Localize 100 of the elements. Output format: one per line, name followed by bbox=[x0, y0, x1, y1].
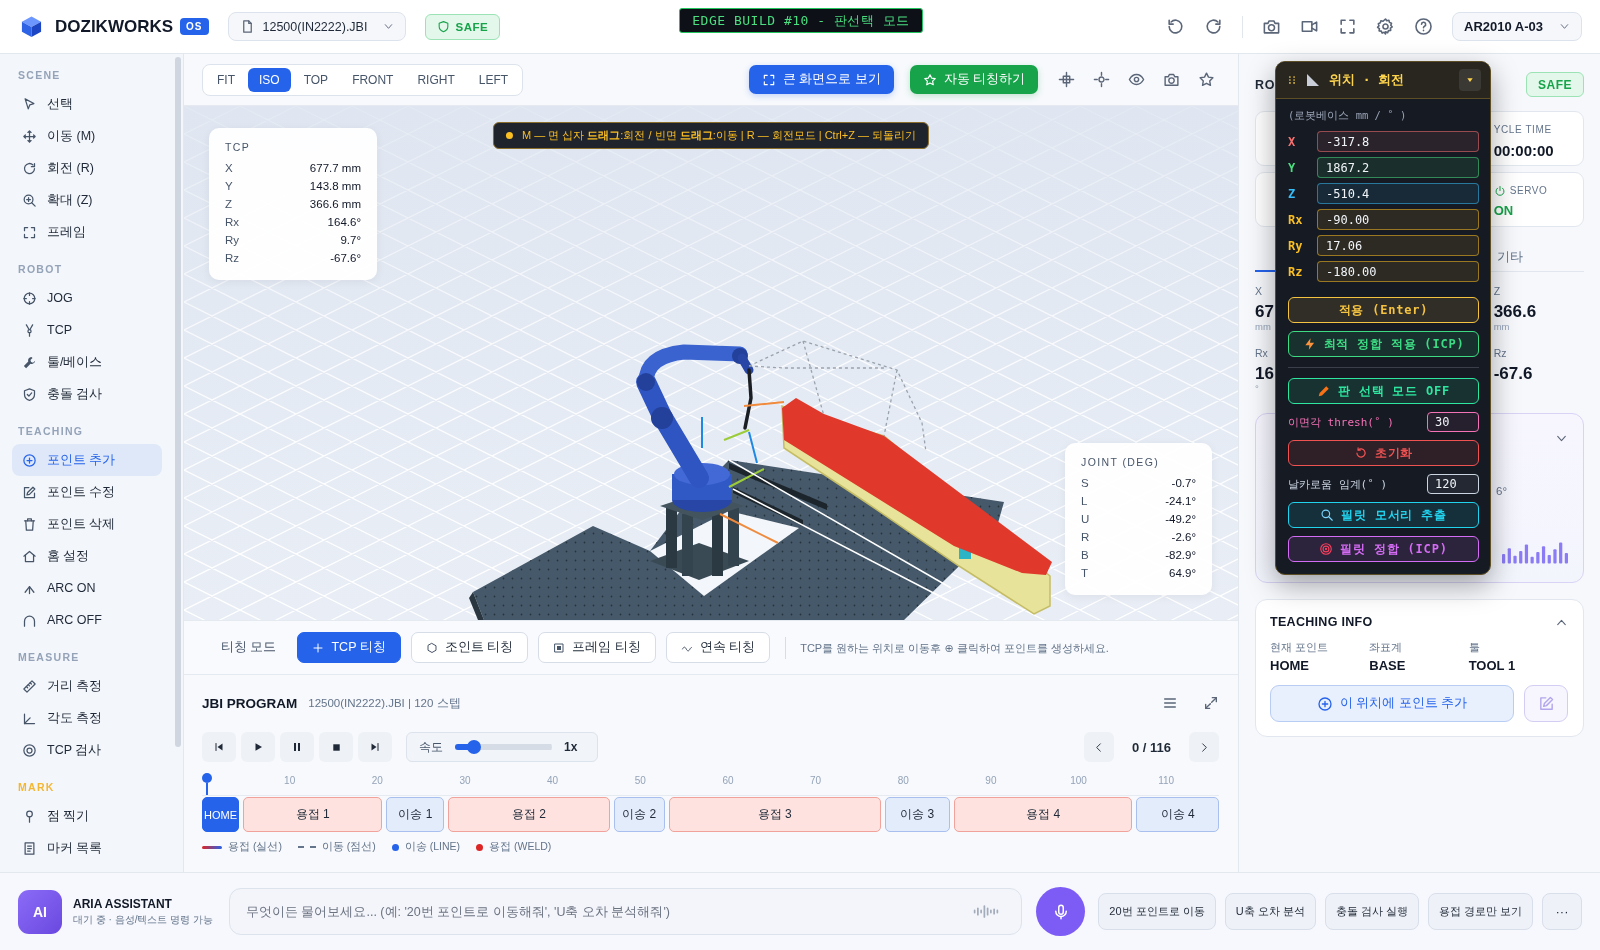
reset-button[interactable]: 초기화 bbox=[1288, 440, 1479, 466]
crosshair-icon[interactable] bbox=[1058, 71, 1075, 88]
sidebar-item[interactable]: ARC ON bbox=[12, 572, 162, 604]
star-icon[interactable] bbox=[1198, 71, 1215, 88]
sidebar-item[interactable]: 포인트 수정 bbox=[12, 476, 162, 508]
timeline-segment[interactable]: 용접 3 bbox=[668, 797, 881, 832]
sidebar-item[interactable]: ARC OFF bbox=[12, 604, 162, 636]
sidebar-item[interactable]: 마커 목록 bbox=[12, 832, 162, 864]
joint-value: -24.1° bbox=[1165, 495, 1196, 507]
skip-forward-button[interactable] bbox=[358, 732, 392, 762]
sidebar-item[interactable]: 포인트 추가 bbox=[12, 444, 162, 476]
pause-button[interactable] bbox=[280, 732, 314, 762]
undo-icon[interactable] bbox=[1166, 17, 1185, 36]
sidebar-item[interactable]: 점 찍기 bbox=[12, 800, 162, 832]
panel-tab[interactable]: 기타 bbox=[1496, 243, 1523, 271]
file-dropdown[interactable]: 12500(IN2222).JBI bbox=[227, 12, 406, 41]
view-tab[interactable]: FRONT bbox=[341, 67, 405, 92]
eye-icon[interactable] bbox=[1128, 71, 1145, 88]
slider-thumb[interactable] bbox=[467, 740, 482, 754]
number-field[interactable]: 120 bbox=[1427, 474, 1479, 494]
timeline-tick: 10 bbox=[283, 774, 297, 788]
stop-button[interactable] bbox=[319, 732, 353, 762]
sidebar-item[interactable]: TCP 검사 bbox=[12, 734, 162, 766]
section-heading: SCENE bbox=[17, 68, 62, 82]
coordinate-field[interactable]: -90.00 bbox=[1317, 209, 1479, 230]
sidebar-item[interactable]: 거리 측정 bbox=[12, 670, 162, 702]
coordinate-field[interactable]: 17.06 bbox=[1317, 235, 1479, 256]
timeline-segment[interactable]: 이송 2 bbox=[613, 797, 665, 832]
view-tab[interactable]: RIGHT bbox=[406, 67, 466, 92]
sidebar-item[interactable]: 회전 (R) bbox=[12, 152, 162, 184]
settings-icon[interactable] bbox=[1376, 17, 1395, 36]
timeline-segment[interactable]: 이송 4 bbox=[1136, 797, 1219, 832]
suggestion-chip[interactable]: 용접 경로만 보기 bbox=[1427, 893, 1533, 930]
section-heading: TEACHING bbox=[17, 424, 85, 438]
timeline-segment[interactable]: 용접 2 bbox=[448, 797, 610, 832]
timeline-segment[interactable]: 용접 1 bbox=[243, 797, 383, 832]
more-button[interactable]: ··· bbox=[1542, 893, 1582, 930]
menu-icon[interactable] bbox=[1162, 695, 1178, 711]
timeline-segment[interactable]: 용접 4 bbox=[953, 797, 1133, 832]
sidebar-item[interactable]: 프레임 bbox=[12, 216, 162, 248]
teaching-mode-button[interactable]: 연속 티칭 bbox=[665, 632, 771, 663]
sidebar-item[interactable]: 툴/베이스 bbox=[12, 346, 162, 378]
sidebar-item[interactable]: 확대 (Z) bbox=[12, 184, 162, 216]
target-icon bbox=[22, 742, 37, 758]
view-tab[interactable]: FIT bbox=[206, 67, 246, 92]
fullscreen-icon[interactable] bbox=[1338, 17, 1357, 36]
skip-back-button[interactable] bbox=[202, 732, 236, 762]
plate-select-toggle[interactable]: 판 선택 모드 OFF bbox=[1288, 378, 1479, 404]
coordinate-field[interactable]: -180.00 bbox=[1317, 261, 1479, 282]
robot-dropdown[interactable]: AR2010 A-03 bbox=[1452, 12, 1582, 41]
sidebar-item[interactable]: 선택 bbox=[12, 88, 162, 120]
timeline-segment[interactable]: 이송 3 bbox=[884, 797, 950, 832]
suggestion-chip[interactable]: U축 오차 분석 bbox=[1224, 893, 1316, 930]
camera-icon[interactable] bbox=[1262, 17, 1281, 36]
number-field[interactable]: 30 bbox=[1427, 412, 1479, 432]
timeline-segment[interactable]: 이송 1 bbox=[386, 797, 445, 832]
collapse-button[interactable] bbox=[1459, 69, 1481, 91]
help-icon[interactable] bbox=[1414, 17, 1433, 36]
coordinate-field[interactable]: 1867.2 bbox=[1317, 157, 1479, 178]
sidebar-item[interactable]: 포인트 삭제 bbox=[12, 508, 162, 540]
chat-input[interactable]: 무엇이든 물어보세요... (예: '20번 포인트로 이동해줘', 'U축 오차 분석해줘') bbox=[229, 888, 1023, 935]
suggestion-chip[interactable]: 충돌 검사 실행 bbox=[1324, 893, 1419, 930]
toolbar-action-button[interactable]: 큰 화면으로 보기 bbox=[748, 65, 894, 94]
edge-extract-button[interactable]: 필릿 모서리 추출 bbox=[1288, 502, 1479, 528]
teaching-mode-button[interactable]: 프레임 티칭 bbox=[538, 632, 656, 663]
sidebar-item[interactable]: 각도 측정 bbox=[12, 702, 162, 734]
view-tab[interactable]: TOP bbox=[292, 67, 340, 92]
teaching-hint: TCP를 원하는 위치로 이동후 ⊕ 클릭하여 포인트를 생성하세요. bbox=[785, 636, 1109, 659]
focus-icon[interactable] bbox=[1093, 71, 1110, 88]
sidebar-item[interactable]: 홈 설정 bbox=[12, 540, 162, 572]
add-point-button[interactable]: 이 위치에 포인트 추가 bbox=[1270, 685, 1514, 722]
unit-label: mm bbox=[1255, 322, 1271, 332]
teaching-mode-button[interactable]: 조인트 티칭 bbox=[410, 632, 529, 663]
speed-reading: 1x bbox=[564, 740, 578, 754]
logo-cube-icon bbox=[20, 14, 43, 39]
playhead-handle[interactable] bbox=[202, 773, 212, 795]
selected-plate-drawing[interactable] bbox=[782, 398, 1052, 575]
skip-back-icon bbox=[213, 741, 225, 753]
expand-icon[interactable] bbox=[1203, 695, 1219, 711]
icp-apply-button[interactable]: 최적 정합 적용 (ICP) bbox=[1288, 331, 1479, 357]
scrollbar[interactable] bbox=[175, 57, 181, 747]
apply-button[interactable]: 적용 (Enter) bbox=[1288, 297, 1479, 323]
timeline-segment[interactable]: HOME bbox=[202, 797, 239, 832]
camera-icon[interactable] bbox=[1163, 71, 1180, 88]
fillet-align-button[interactable]: 필릿 정합 (ICP) bbox=[1288, 536, 1479, 562]
view-tab[interactable]: LEFT bbox=[467, 67, 520, 92]
sidebar-item[interactable]: JOG bbox=[12, 282, 162, 314]
teaching-mode-button[interactable]: TCP 티칭 bbox=[297, 632, 401, 663]
suggestion-chip[interactable]: 20번 포인트로 이동 bbox=[1098, 893, 1216, 930]
coordinate-field[interactable]: -510.4 bbox=[1317, 183, 1479, 204]
microphone-button[interactable] bbox=[1036, 887, 1086, 936]
sidebar-item[interactable]: TCP bbox=[12, 314, 162, 346]
sidebar-item[interactable]: 충돌 검사 bbox=[12, 378, 162, 410]
view-tab[interactable]: ISO bbox=[248, 67, 291, 92]
coordinate-field[interactable]: -317.8 bbox=[1317, 131, 1479, 152]
redo-icon[interactable] bbox=[1204, 17, 1223, 36]
play-button[interactable] bbox=[241, 732, 275, 762]
drag-handle-icon[interactable] bbox=[1287, 75, 1297, 85]
sidebar-item[interactable]: 이동 (M) bbox=[12, 120, 162, 152]
bullet-icon bbox=[505, 132, 513, 139]
